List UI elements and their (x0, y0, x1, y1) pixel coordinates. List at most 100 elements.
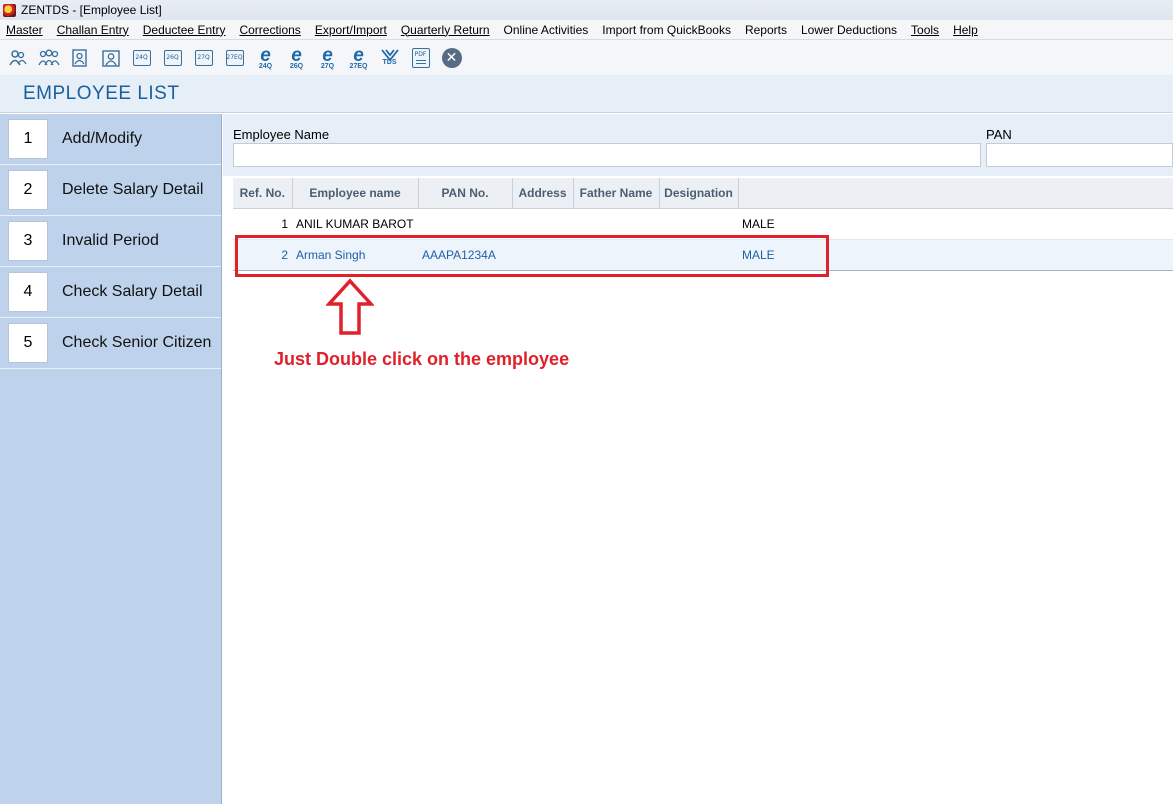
table-header-row: Ref. No. Employee name PAN No. Address F… (233, 178, 1173, 209)
menu-online-activities[interactable]: Online Activities (504, 23, 589, 37)
sidebar-item-label: Check Salary Detail (62, 283, 203, 300)
cell-employee-name: ANIL KUMAR BAROT (292, 208, 418, 240)
e-form-label: 27Q (320, 62, 335, 70)
title-bar: ZENTDS - [Employee List] (0, 0, 1173, 20)
menu-tools[interactable]: Tools (911, 23, 939, 37)
form-27q-button[interactable]: 27Q (190, 44, 217, 71)
menu-import-quickbooks[interactable]: Import from QuickBooks (602, 23, 731, 37)
form-27eq-icon: 27EQ (225, 49, 244, 66)
menu-challan-entry[interactable]: Challan Entry (57, 23, 129, 37)
sidebar-item-label: Add/Modify (62, 130, 143, 147)
form-24q-button[interactable]: 24Q (128, 44, 155, 71)
pdf-button[interactable]: PDF (407, 44, 434, 71)
cell-gender: MALE (738, 208, 1173, 240)
doc-line (415, 60, 426, 61)
tds-button[interactable]: TDS (376, 44, 403, 71)
pdf-document-icon: PDF (411, 47, 430, 68)
menu-help[interactable]: Help (953, 23, 978, 37)
sidebar-item-add-modify[interactable]: 1 Add/Modify (0, 114, 221, 165)
e-form-27q-button[interactable]: e 27Q (314, 44, 341, 71)
cell-pan: AAAPA1234A (418, 239, 512, 271)
menu-master[interactable]: Master (6, 23, 43, 37)
column-header-employee-name[interactable]: Employee name (292, 178, 419, 209)
deductor-toolbar-button[interactable] (66, 44, 93, 71)
arrow-up-icon (326, 278, 374, 335)
e-form-24q-button[interactable]: e 24Q (252, 44, 279, 71)
user-card-icon (101, 49, 120, 67)
shortcut-key: 5 (8, 323, 48, 363)
main-panel: Employee Name PAN Ref. No. Employee name… (223, 114, 1173, 804)
menu-label: Export/Import (314, 22, 387, 37)
cell-employee-name: Arman Singh (292, 239, 418, 271)
employee-toolbar-button[interactable] (4, 44, 31, 71)
employee-name-input[interactable] (233, 143, 981, 167)
e-form-26q-button[interactable]: e 26Q (283, 44, 310, 71)
close-form-button[interactable]: ✕ (438, 44, 465, 71)
tds-icon: TDS (380, 49, 399, 66)
deductees-toolbar-button[interactable] (35, 44, 62, 71)
group-icon (37, 49, 60, 65)
page-title: EMPLOYEE LIST (23, 82, 180, 104)
cell-address (512, 239, 573, 271)
menu-quarterly-return[interactable]: Quarterly Return (401, 23, 490, 37)
tds-label: TDS (382, 59, 397, 66)
menu-label: Reports (744, 22, 787, 37)
toolbar: 24Q 26Q 27Q 27EQ e 24Q e 26Q e 27Q e 27EQ TD… (0, 40, 1173, 75)
menu-lower-deductions[interactable]: Lower Deductions (801, 23, 897, 37)
menu-reports[interactable]: Reports (745, 23, 787, 37)
cell-father-name (573, 208, 659, 240)
cell-designation (659, 239, 738, 271)
person-icon (8, 49, 27, 65)
form-26q-button[interactable]: 26Q (159, 44, 186, 71)
grid-bottom-border (233, 270, 1173, 271)
menu-export-import[interactable]: Export/Import (315, 23, 387, 37)
e-return-icon: e 27Q (321, 46, 334, 70)
form-26q-icon: 26Q (163, 49, 182, 66)
menu-label: Lower Deductions (800, 22, 898, 37)
page-heading-bar: EMPLOYEE LIST (0, 75, 1173, 113)
menu-corrections[interactable]: Corrections (239, 23, 300, 37)
shortcut-key: 3 (8, 221, 48, 261)
e-form-label: 26Q (289, 62, 304, 70)
sidebar: 1 Add/Modify 2 Delete Salary Detail 3 In… (0, 114, 222, 804)
column-header-ref-no[interactable]: Ref. No. (233, 178, 293, 209)
table-row[interactable]: 1 ANIL KUMAR BAROT MALE (233, 208, 1173, 240)
cell-pan (418, 208, 512, 240)
column-header-filler (738, 178, 1173, 209)
cell-gender: MALE (738, 239, 1173, 271)
column-header-father-name[interactable]: Father Name (573, 178, 660, 209)
menu-bar: Master Challan Entry Deductee Entry Corr… (0, 20, 1173, 40)
menu-label: Help (953, 22, 978, 37)
pan-input[interactable] (986, 143, 1173, 167)
sidebar-item-label: Check Senior Citizen (62, 334, 212, 351)
sidebar-item-check-salary-detail[interactable]: 4 Check Salary Detail (0, 267, 221, 318)
sidebar-item-label: Invalid Period (62, 232, 159, 249)
filter-panel: Employee Name PAN (223, 114, 1173, 176)
sidebar-item-delete-salary-detail[interactable]: 2 Delete Salary Detail (0, 165, 221, 216)
window-title: ZENTDS - [Employee List] (21, 3, 162, 17)
shortcut-key: 1 (8, 119, 48, 159)
table-row-selected[interactable]: 2 Arman Singh AAAPA1234A MALE (233, 239, 1173, 271)
user-toolbar-button[interactable] (97, 44, 124, 71)
sidebar-item-check-senior-citizen[interactable]: 5 Check Senior Citizen (0, 318, 221, 369)
cell-address (512, 208, 573, 240)
column-header-designation[interactable]: Designation (659, 178, 739, 209)
column-header-pan-no[interactable]: PAN No. (418, 178, 513, 209)
e-form-27eq-button[interactable]: e 27EQ (345, 44, 372, 71)
e-return-icon: e 26Q (290, 46, 303, 70)
document-person-icon (71, 48, 87, 67)
menu-deductee-entry[interactable]: Deductee Entry (143, 23, 226, 37)
shortcut-key: 4 (8, 272, 48, 312)
employee-table: Ref. No. Employee name PAN No. Address F… (233, 178, 1173, 271)
pan-label: PAN (986, 127, 1012, 142)
menu-label: Online Activities (503, 22, 589, 37)
e-return-icon: e 27EQ (350, 46, 368, 70)
employee-name-label: Employee Name (233, 127, 330, 142)
form-27eq-button[interactable]: 27EQ (221, 44, 248, 71)
cell-designation (659, 208, 738, 240)
sidebar-item-invalid-period[interactable]: 3 Invalid Period (0, 216, 221, 267)
column-header-address[interactable]: Address (512, 178, 574, 209)
e-form-label: 27EQ (349, 62, 368, 70)
cell-ref-no: 1 (233, 208, 292, 240)
annotation-text: Just Double click on the employee (274, 349, 570, 369)
